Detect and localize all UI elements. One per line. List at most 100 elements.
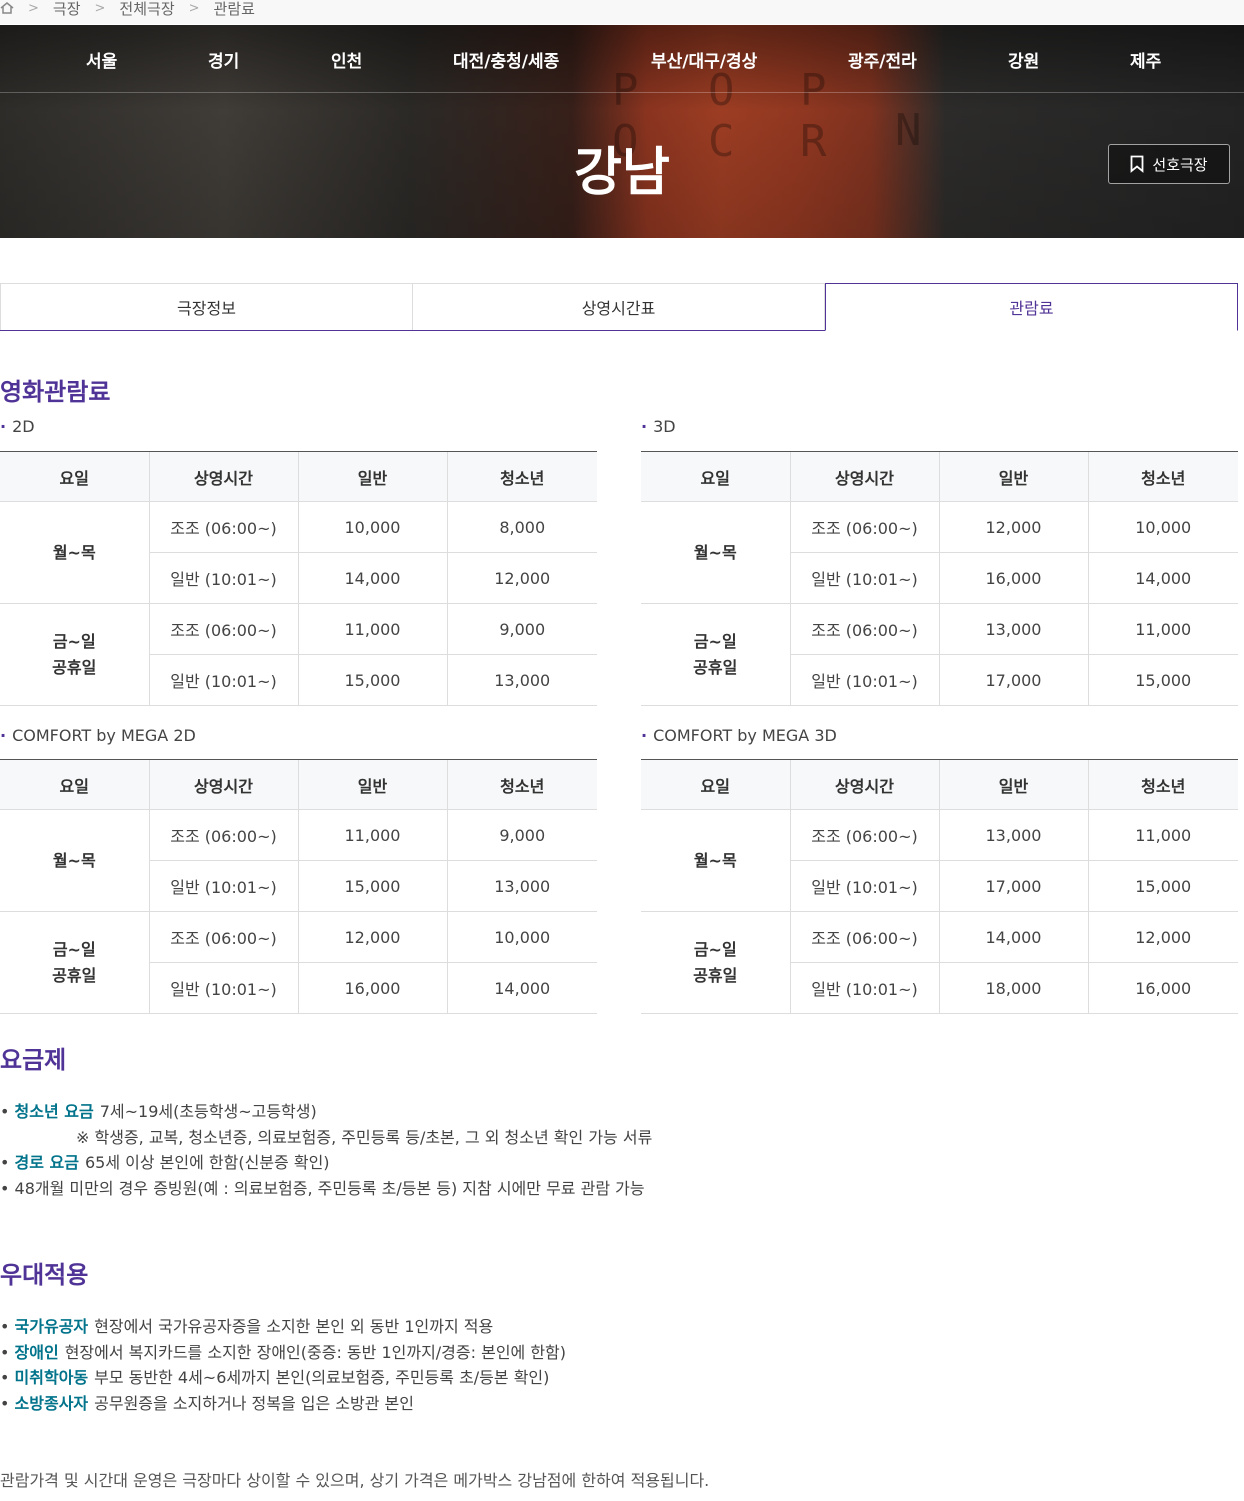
tab-theater-info[interactable]: 극장정보 (0, 283, 413, 330)
col-header-time: 상영시간 (148, 759, 298, 810)
table-header-row: 요일 상영시간 일반 청소년 (641, 451, 1238, 502)
col-header-time: 상영시간 (789, 759, 939, 810)
table-row: 금~일 공휴일 조조 (06:00~) 14,000 12,000 (641, 911, 1238, 1014)
discount-text: 공무원증을 소지하거나 정복을 입은 소방관 본인 (94, 1393, 414, 1413)
youth-price-cell: 10,000 (1087, 501, 1238, 553)
time-cell: 조조 (06:00~) (148, 603, 298, 655)
list-item: • 48개월 미만의 경우 증빙원(예 : 의료보험증, 주민등록 초/등본 등… (0, 1178, 645, 1198)
region-tab-gyeonggi[interactable]: 경기 (208, 47, 239, 72)
col-header-youth: 청소년 (446, 451, 597, 502)
col-header-adult: 일반 (938, 759, 1088, 810)
chevron-right-icon: > (28, 0, 39, 16)
col-header-day: 요일 (641, 759, 790, 810)
adult-price-cell: 10,000 (297, 501, 447, 553)
table-header-row: 요일 상영시간 일반 청소년 (0, 451, 597, 502)
region-tab-gwangju[interactable]: 광주/전라 (848, 47, 917, 72)
col-header-adult: 일반 (297, 759, 447, 810)
time-cell: 일반 (10:01~) (148, 552, 298, 604)
col-header-youth: 청소년 (1087, 451, 1238, 502)
time-cell: 일반 (10:01~) (148, 962, 298, 1014)
adult-price-cell: 16,000 (938, 552, 1088, 604)
favorite-theater-button[interactable]: 선호극장 (1108, 144, 1230, 184)
region-tab-daejeon[interactable]: 대전/충청/세종 (453, 47, 559, 72)
adult-price-cell: 14,000 (297, 552, 447, 604)
breadcrumb-item[interactable]: 극장 (53, 0, 81, 19)
day-cell: 금~일 공휴일 (641, 911, 790, 1014)
discount-text: 현장에서 복지카드를 소지한 장애인(중증: 동반 1인까지/경증: 본인에 한… (64, 1342, 567, 1362)
youth-price-cell: 13,000 (446, 860, 597, 912)
time-cell: 일반 (10:01~) (789, 962, 939, 1014)
day-cell: 금~일공휴일 (641, 603, 790, 706)
adult-price-cell: 15,000 (297, 860, 447, 912)
youth-price-cell: 9,000 (446, 809, 597, 861)
adult-price-cell: 18,000 (938, 962, 1088, 1014)
day-label: 금~일 (693, 631, 737, 651)
region-nav: 서울 경기 인천 대전/충청/세종 부산/대구/경상 광주/전라 강원 제주 (0, 25, 1244, 93)
tab-fees[interactable]: 관람료 (825, 283, 1238, 331)
region-tab-seoul[interactable]: 서울 (86, 47, 117, 72)
youth-price-cell: 11,000 (1087, 809, 1238, 861)
discount-label: 국가유공자 (14, 1317, 89, 1336)
region-tab-jeju[interactable]: 제주 (1130, 47, 1161, 72)
day-cell: 금~일 공휴일 (0, 603, 149, 706)
table-label-comfort-3d: COMFORT by MEGA 3D (641, 726, 837, 745)
col-header-time: 상영시간 (789, 451, 939, 502)
chevron-right-icon: > (188, 0, 200, 16)
day-cell: 월~목 (641, 501, 790, 604)
table-label-2d: 2D (0, 417, 35, 436)
adult-price-cell: 12,000 (938, 501, 1088, 553)
youth-rate-text: 7세~19세(초등학생~고등학생) (99, 1102, 317, 1121)
adult-price-cell: 14,000 (938, 911, 1088, 963)
breadcrumb-item[interactable]: 전체극장 (119, 0, 174, 19)
infant-rate-text: 48개월 미만의 경우 증빙원(예 : 의료보험증, 주민등록 초/등본 등) … (14, 1178, 645, 1198)
adult-price-cell: 16,000 (297, 962, 447, 1014)
list-item: • 국가유공자 현장에서 국가유공자증을 소지한 본인 외 동반 1인까지 적용 (0, 1317, 494, 1336)
col-header-day: 요일 (641, 451, 790, 502)
col-header-day: 요일 (0, 451, 149, 502)
table-row: 월~목 조조 (06:00~) 13,000 11,000 (641, 809, 1238, 912)
time-cell: 일반 (10:01~) (789, 860, 939, 912)
table-label-comfort-2d: COMFORT by MEGA 2D (0, 726, 196, 745)
adult-price-cell: 11,000 (297, 603, 447, 655)
chevron-right-icon: > (94, 0, 106, 16)
youth-price-cell: 9,000 (446, 603, 597, 655)
day-label: 공휴일 (693, 657, 738, 677)
home-icon[interactable] (0, 2, 14, 14)
col-header-adult: 일반 (297, 451, 447, 502)
region-tab-gangwon[interactable]: 강원 (1008, 47, 1039, 72)
col-header-youth: 청소년 (1087, 759, 1238, 810)
discount-label: 장애인 (14, 1342, 59, 1362)
adult-price-cell: 15,000 (297, 654, 447, 706)
senior-rate-label: 경로 요금 (14, 1153, 79, 1172)
theater-hero: PO OC PR N 서울 경기 인천 대전/충청/세종 부산/대구/경상 광주… (0, 25, 1244, 238)
table-row: 월~목 조조 (06:00~) 12,000 10,000 (641, 501, 1238, 604)
bookmark-icon (1130, 155, 1144, 173)
table-row: 금~일 공휴일 조조 (06:00~) 13,000 11,000 (641, 603, 1238, 706)
time-cell: 조조 (06:00~) (789, 809, 939, 861)
day-label: 공휴일 (52, 965, 97, 985)
table-label-3d: 3D (641, 417, 676, 436)
col-header-day: 요일 (0, 759, 149, 810)
day-cell: 금~일공휴일 (0, 911, 149, 1014)
breadcrumb: > 극장 > 전체극장 > 관람료 (0, 0, 1244, 24)
adult-price-cell: 11,000 (297, 809, 447, 861)
time-cell: 조조 (06:00~) (148, 911, 298, 963)
price-table: 요일 상영시간 일반 청소년 월~목 조조 (06:00~) 10,000 8,000 일반 (… (0, 451, 597, 706)
day-label: 금~일 (52, 939, 96, 959)
region-tab-busan[interactable]: 부산/대구/경상 (651, 47, 757, 72)
table-header-row: 요일 상영시간 일반 청소년 (0, 759, 597, 810)
region-tab-incheon[interactable]: 인천 (331, 47, 362, 72)
day-cell: 월~목 (641, 809, 790, 912)
day-label: 공휴일 (693, 965, 738, 985)
day-cell: 월~목 (0, 809, 149, 912)
price-table: 요일 상영시간 일반 청소년 월~목 조조 (06:00~) 13,000 11,000 일반 … (641, 759, 1238, 1014)
time-cell: 조조 (06:00~) (789, 603, 939, 655)
footnote: 관람가격 및 시간대 운영은 극장마다 상이할 수 있으며, 상기 가격은 메가… (0, 1471, 710, 1490)
day-cell: 월~목 (0, 501, 149, 604)
discount-text: 현장에서 국가유공자증을 소지한 본인 외 동반 1인까지 적용 (94, 1317, 494, 1336)
tab-schedule[interactable]: 상영시간표 (413, 283, 825, 330)
adult-price-cell: 13,000 (938, 603, 1088, 655)
time-cell: 조조 (06:00~) (148, 501, 298, 553)
table-row: 금~일 공휴일 조조 (06:00~) 12,000 10,000 (0, 911, 597, 1014)
list-item: • 경로 요금 65세 이상 본인에 한함(신분증 확인) (0, 1153, 330, 1172)
